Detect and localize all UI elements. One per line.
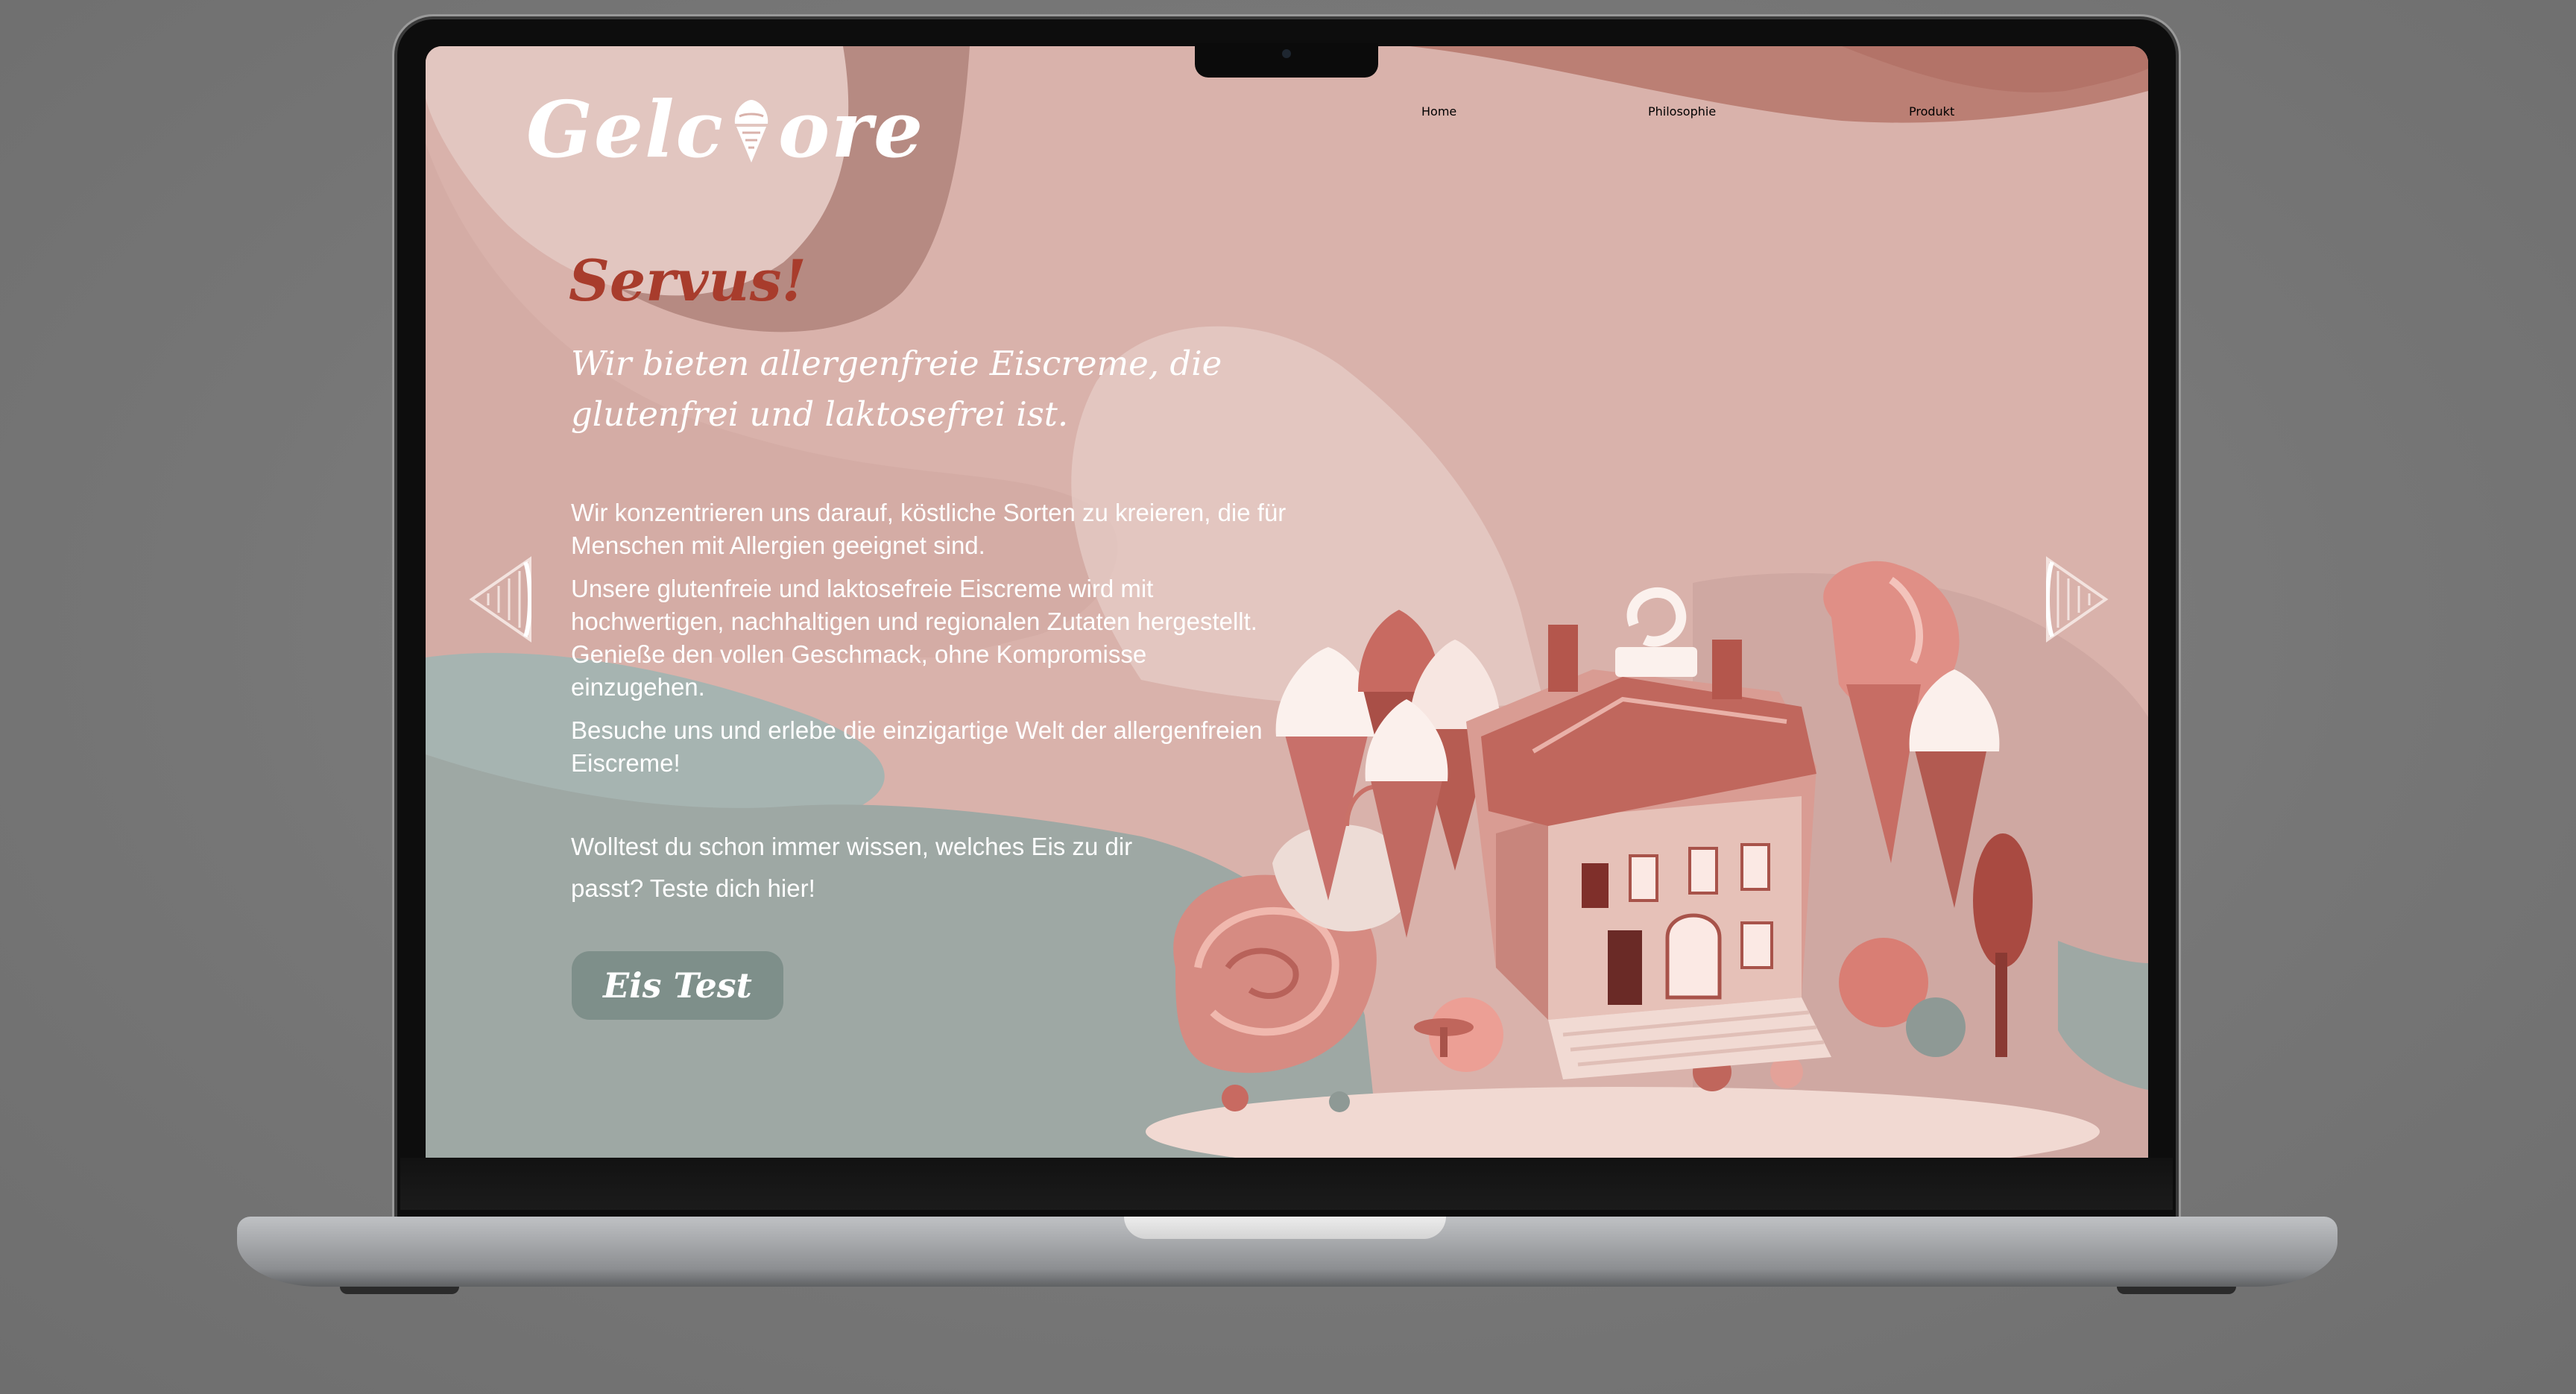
website-screen: Gelc ore Home Philosophie Produkt Servus… bbox=[426, 46, 2148, 1158]
camera-notch bbox=[1195, 43, 1378, 78]
webcam-icon bbox=[1282, 49, 1291, 58]
nav-link-home[interactable]: Home bbox=[1421, 104, 1456, 119]
hero-tagline: Wir bieten allergenfreie Eiscreme, die g… bbox=[571, 344, 1222, 434]
laptop-foot-right bbox=[2117, 1287, 2236, 1294]
hero-greeting: Servus! bbox=[569, 247, 806, 314]
logo-text-start: Gelc bbox=[526, 83, 724, 175]
logo-text-end: ore bbox=[777, 83, 925, 175]
eis-test-button[interactable]: Eis Test bbox=[572, 951, 783, 1020]
brand-logo[interactable]: Gelc ore bbox=[526, 78, 924, 182]
ice-cream-cone-icon bbox=[734, 100, 768, 163]
ice-cream-house-illustration bbox=[1146, 561, 2100, 1158]
nav-link-philosophie[interactable]: Philosophie bbox=[1648, 104, 1716, 119]
cone-arrow-left-icon[interactable] bbox=[467, 556, 531, 643]
nav-link-produkt[interactable]: Produkt bbox=[1909, 104, 1954, 119]
quiz-prompt: Wolltest du schon immer wissen, welches … bbox=[571, 833, 1133, 902]
laptop-opening-notch bbox=[1124, 1217, 1446, 1239]
screen-chin bbox=[400, 1158, 2173, 1210]
laptop-foot-left bbox=[340, 1287, 459, 1294]
